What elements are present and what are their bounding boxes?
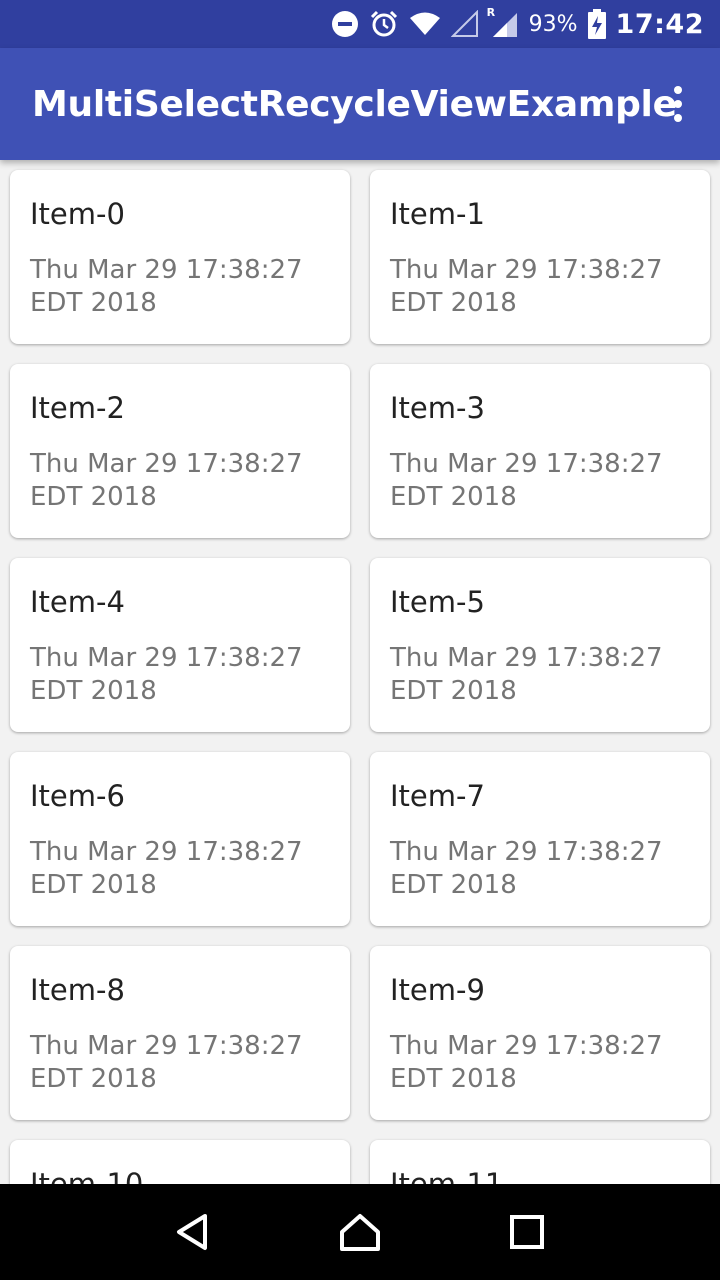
overflow-menu-icon[interactable] — [656, 74, 700, 134]
item-title: Item-2 — [30, 391, 125, 425]
item-date: Thu Mar 29 17:38:27 EDT 2018 — [30, 1031, 303, 1094]
item-card[interactable]: Item-0 Thu Mar 29 17:38:27 EDT 2018 — [10, 170, 350, 344]
item-title: Item-4 — [30, 585, 125, 619]
wifi-icon — [409, 0, 441, 48]
item-date: Thu Mar 29 17:38:27 EDT 2018 — [30, 255, 303, 318]
app-title: MultiSelectRecycleViewExample — [32, 83, 677, 125]
home-icon[interactable] — [330, 1202, 390, 1262]
status-time: 17:42 — [615, 8, 704, 40]
navigation-bar — [0, 1184, 720, 1280]
signal-roaming-icon: R — [486, 0, 519, 48]
item-card[interactable]: Item-9 Thu Mar 29 17:38:27 EDT 2018 — [370, 946, 710, 1120]
item-card[interactable]: Item-6 Thu Mar 29 17:38:27 EDT 2018 — [10, 752, 350, 926]
item-grid[interactable]: Item-0 Thu Mar 29 17:38:27 EDT 2018 Item… — [0, 160, 720, 1184]
item-date: Thu Mar 29 17:38:27 EDT 2018 — [390, 449, 663, 512]
do-not-disturb-icon — [331, 0, 359, 48]
item-title: Item-0 — [30, 197, 125, 231]
item-card[interactable]: Item-7 Thu Mar 29 17:38:27 EDT 2018 — [370, 752, 710, 926]
item-title: Item-7 — [390, 779, 485, 813]
app-bar: MultiSelectRecycleViewExample — [0, 48, 720, 160]
item-date: Thu Mar 29 17:38:27 EDT 2018 — [390, 837, 663, 900]
screen: R 93% 17:42 MultiSelectRecycleViewExampl… — [0, 0, 720, 1280]
alarm-icon — [369, 0, 399, 48]
item-date: Thu Mar 29 17:38:27 EDT 2018 — [390, 1031, 663, 1094]
item-title: Item-10 — [30, 1167, 144, 1184]
item-date: Thu Mar 29 17:38:27 EDT 2018 — [30, 643, 303, 706]
signal-empty-icon — [450, 0, 479, 48]
status-bar: R 93% 17:42 — [0, 0, 720, 48]
item-card[interactable]: Item-1 Thu Mar 29 17:38:27 EDT 2018 — [370, 170, 710, 344]
roaming-label: R — [486, 6, 496, 19]
item-card[interactable]: Item-3 Thu Mar 29 17:38:27 EDT 2018 — [370, 364, 710, 538]
item-date: Thu Mar 29 17:38:27 EDT 2018 — [390, 643, 663, 706]
item-card[interactable]: Item-10 — [10, 1140, 350, 1184]
item-card[interactable]: Item-11 — [370, 1140, 710, 1184]
battery-charging-icon — [587, 0, 606, 48]
item-card[interactable]: Item-5 Thu Mar 29 17:38:27 EDT 2018 — [370, 558, 710, 732]
battery-percent: 93% — [528, 11, 578, 37]
item-title: Item-5 — [390, 585, 485, 619]
item-date: Thu Mar 29 17:38:27 EDT 2018 — [30, 837, 303, 900]
recents-icon[interactable] — [497, 1202, 557, 1262]
item-title: Item-6 — [30, 779, 125, 813]
item-title: Item-9 — [390, 973, 485, 1007]
item-title: Item-11 — [390, 1167, 504, 1184]
item-title: Item-1 — [390, 197, 485, 231]
item-card[interactable]: Item-2 Thu Mar 29 17:38:27 EDT 2018 — [10, 364, 350, 538]
item-date: Thu Mar 29 17:38:27 EDT 2018 — [390, 255, 663, 318]
item-date: Thu Mar 29 17:38:27 EDT 2018 — [30, 449, 303, 512]
item-card[interactable]: Item-4 Thu Mar 29 17:38:27 EDT 2018 — [10, 558, 350, 732]
item-title: Item-3 — [390, 391, 485, 425]
item-card[interactable]: Item-8 Thu Mar 29 17:38:27 EDT 2018 — [10, 946, 350, 1120]
back-icon[interactable] — [163, 1202, 223, 1262]
item-title: Item-8 — [30, 973, 125, 1007]
